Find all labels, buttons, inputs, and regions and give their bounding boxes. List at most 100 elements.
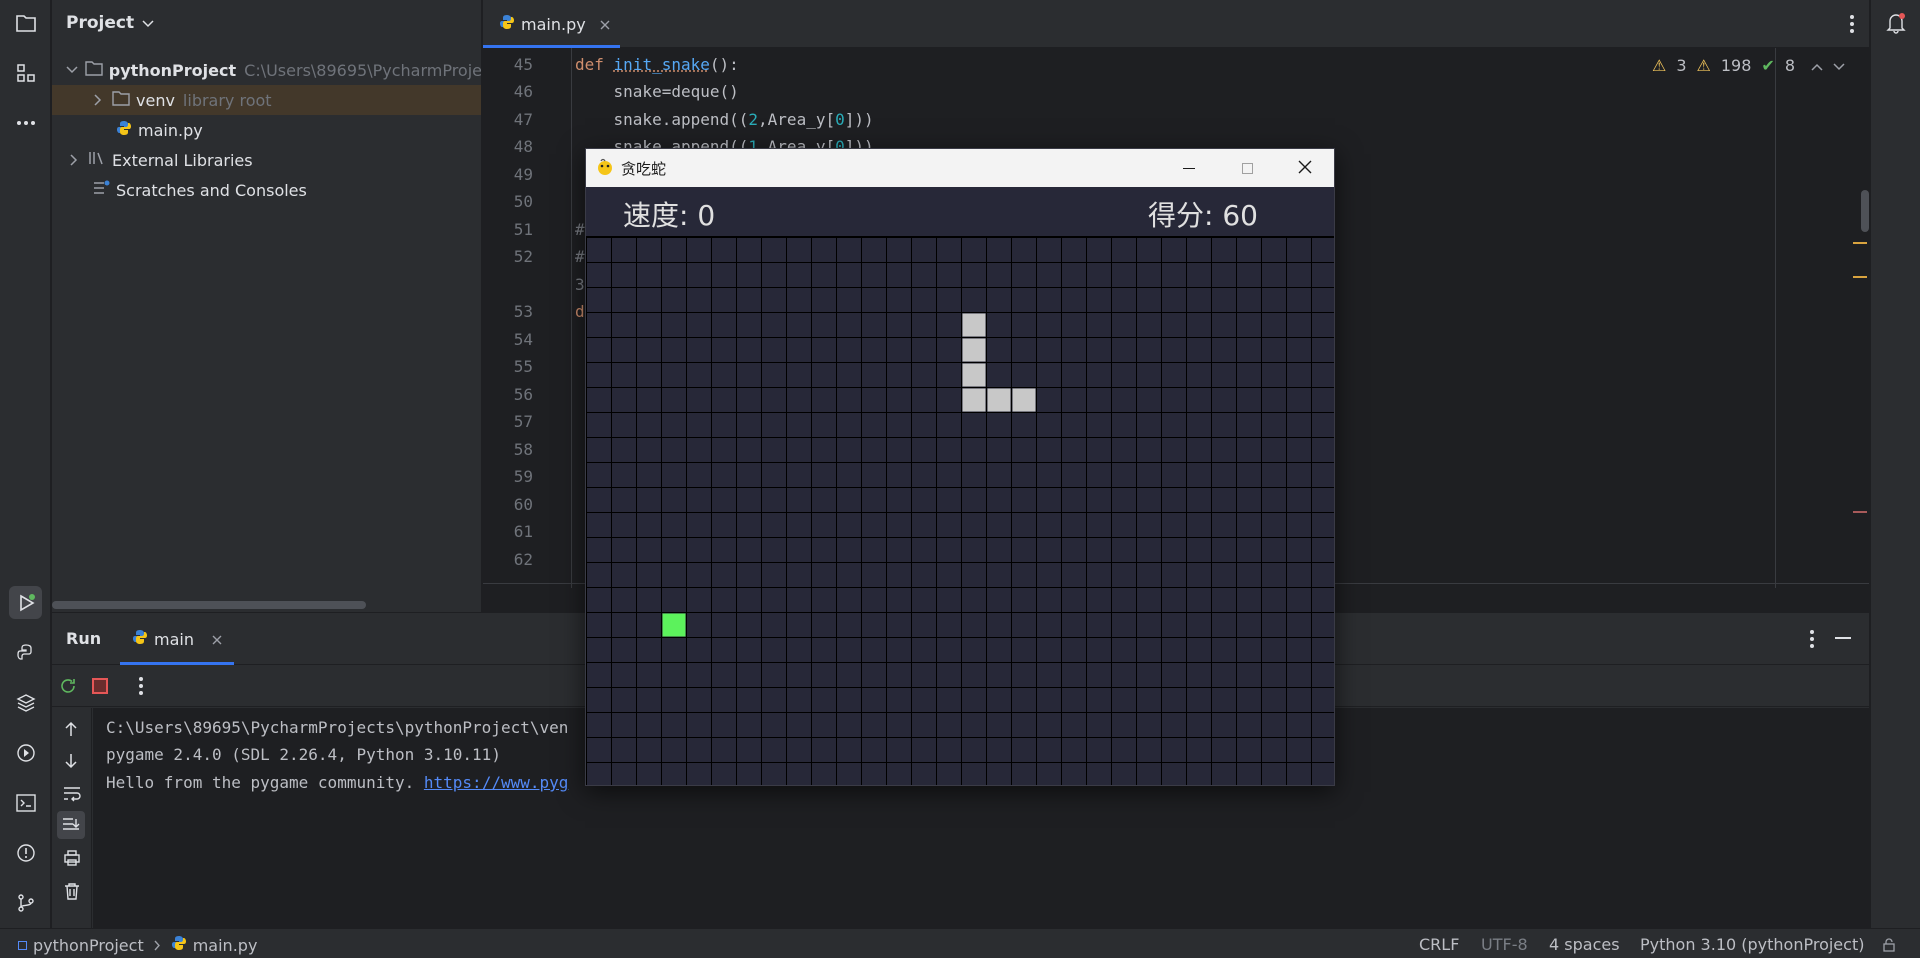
python-file-icon [116, 120, 132, 140]
stop-icon[interactable] [92, 678, 108, 694]
interpreter[interactable]: Python 3.10 (pythonProject) [1640, 935, 1864, 954]
editor-tab-bar: main.py [483, 0, 1869, 48]
code-comment[interactable]: # [575, 247, 585, 266]
ok-count: 8 [1784, 56, 1795, 75]
maximize-button[interactable] [1218, 149, 1276, 187]
close-icon[interactable] [600, 15, 610, 34]
project-panel-header[interactable]: Project [52, 0, 481, 46]
tree-item-external-libraries[interactable]: External Libraries [52, 145, 481, 175]
scratches-icon [92, 180, 110, 200]
maximize-icon [1241, 162, 1253, 174]
tree-item-root[interactable]: pythonProject C:\Users\89695\PycharmProj… [52, 55, 481, 85]
console-link[interactable]: https://www.pyg [424, 773, 569, 792]
code-keyword: def [575, 55, 604, 74]
soft-wrap-icon[interactable] [63, 786, 81, 806]
chevron-right-icon [154, 936, 161, 955]
arrow-down-icon[interactable] [63, 752, 79, 774]
snake-segment [962, 313, 986, 337]
line-number: 53 [513, 302, 533, 321]
game-window[interactable]: 贪吃蛇 速度: 0 得分: 60 [585, 148, 1335, 786]
rerun-icon[interactable] [58, 676, 78, 700]
horizontal-scrollbar[interactable] [52, 601, 366, 609]
python-console-icon[interactable] [9, 636, 42, 669]
line-number: 57 [513, 412, 533, 431]
trash-icon[interactable] [64, 882, 80, 904]
services-icon[interactable] [9, 736, 42, 769]
lock-icon[interactable] [1882, 937, 1896, 956]
minimize-icon[interactable] [1835, 637, 1851, 639]
code-function-name: init_snake [613, 55, 710, 74]
food-cell [662, 613, 686, 637]
warning-marker[interactable] [1853, 276, 1867, 278]
tree-item-venv[interactable]: venv library root [52, 85, 481, 115]
notifications-icon[interactable] [1879, 6, 1912, 39]
code-comment[interactable]: 3 [575, 275, 585, 294]
project-tool-icon[interactable] [9, 6, 42, 39]
scroll-to-end-icon[interactable] [57, 811, 85, 839]
external-libraries-label: External Libraries [112, 150, 253, 170]
chevron-down-icon [142, 13, 154, 33]
tree-item-main-py[interactable]: main.py [52, 115, 481, 145]
left-tool-strip [0, 0, 51, 928]
pygame-snake-icon [596, 158, 614, 180]
more-options-icon[interactable] [138, 676, 144, 700]
scratches-label: Scratches and Consoles [116, 180, 307, 200]
more-options-icon[interactable] [1809, 629, 1815, 653]
tree-item-scratches[interactable]: Scratches and Consoles [52, 175, 481, 205]
score-label: 得分: 60 [1148, 199, 1258, 232]
line-number: 55 [513, 357, 533, 376]
minimize-button[interactable] [1160, 149, 1218, 187]
warning-icon: ⚠ [1651, 56, 1667, 75]
layers-icon[interactable] [9, 686, 42, 719]
tab-main-py[interactable]: main.py [483, 0, 620, 48]
minimize-icon [1183, 167, 1195, 169]
code-keyword[interactable]: d [575, 302, 585, 321]
inspection-widget[interactable]: ⚠ 3 ⚠ 198 ✔ 8 [1652, 56, 1845, 75]
close-icon[interactable] [212, 630, 222, 649]
vertical-scrollbar[interactable] [1861, 190, 1869, 232]
code-line[interactable]: snake=deque() [575, 82, 739, 101]
snake-segment [962, 363, 986, 387]
indent-setting[interactable]: 4 spaces [1549, 935, 1620, 954]
line-separator[interactable]: CRLF [1419, 935, 1459, 954]
terminal-icon[interactable] [9, 786, 42, 819]
file-encoding[interactable]: UTF-8 [1481, 935, 1528, 954]
console-line: pygame 2.4.0 (SDL 2.26.4, Python 3.10.11… [106, 745, 501, 764]
code-comment[interactable]: # [575, 220, 585, 239]
game-board[interactable] [586, 237, 1335, 786]
code-number: 0 [835, 110, 845, 129]
status-bar: pythonProject main.py CRLF UTF-8 4 space… [0, 928, 1920, 958]
code-line[interactable]: def init_snake(): [575, 55, 739, 74]
line-number: 58 [513, 440, 533, 459]
run-tool-icon[interactable] [9, 586, 42, 619]
line-number: 51 [513, 220, 533, 239]
more-tools-icon[interactable] [9, 106, 42, 139]
line-number: 50 [513, 192, 533, 211]
python-file-icon [132, 629, 148, 649]
tab-run-main[interactable]: main [120, 613, 234, 665]
arrow-up-icon[interactable] [63, 720, 79, 742]
console-line: Hello from the pygame community. https:/… [106, 773, 568, 792]
warning-marker[interactable] [1853, 242, 1867, 244]
chevron-right-icon [66, 154, 82, 166]
code-line[interactable]: snake.append((2,Area_y[0])) [575, 110, 874, 129]
problems-icon[interactable] [9, 836, 42, 869]
structure-tool-icon[interactable] [9, 56, 42, 89]
print-icon[interactable] [63, 850, 81, 870]
venv-hint: library root [182, 90, 272, 110]
more-options-icon[interactable] [1849, 14, 1855, 38]
breadcrumb-file[interactable]: main.py [193, 936, 258, 955]
chevron-down-icon[interactable] [1833, 56, 1845, 75]
board-background [586, 237, 1334, 785]
breadcrumb: pythonProject main.py [18, 935, 257, 955]
game-hud: 速度: 0 得分: 60 [586, 187, 1334, 237]
chevron-up-icon[interactable] [1811, 56, 1823, 75]
close-button[interactable] [1276, 149, 1334, 187]
game-title-bar[interactable]: 贪吃蛇 [586, 149, 1334, 187]
git-icon[interactable] [9, 886, 42, 919]
breadcrumb-project[interactable]: pythonProject [33, 936, 144, 955]
active-tab-indicator [483, 45, 620, 48]
line-number: 62 [513, 550, 533, 569]
error-marker[interactable] [1853, 511, 1867, 513]
main-file-label: main.py [138, 120, 203, 140]
